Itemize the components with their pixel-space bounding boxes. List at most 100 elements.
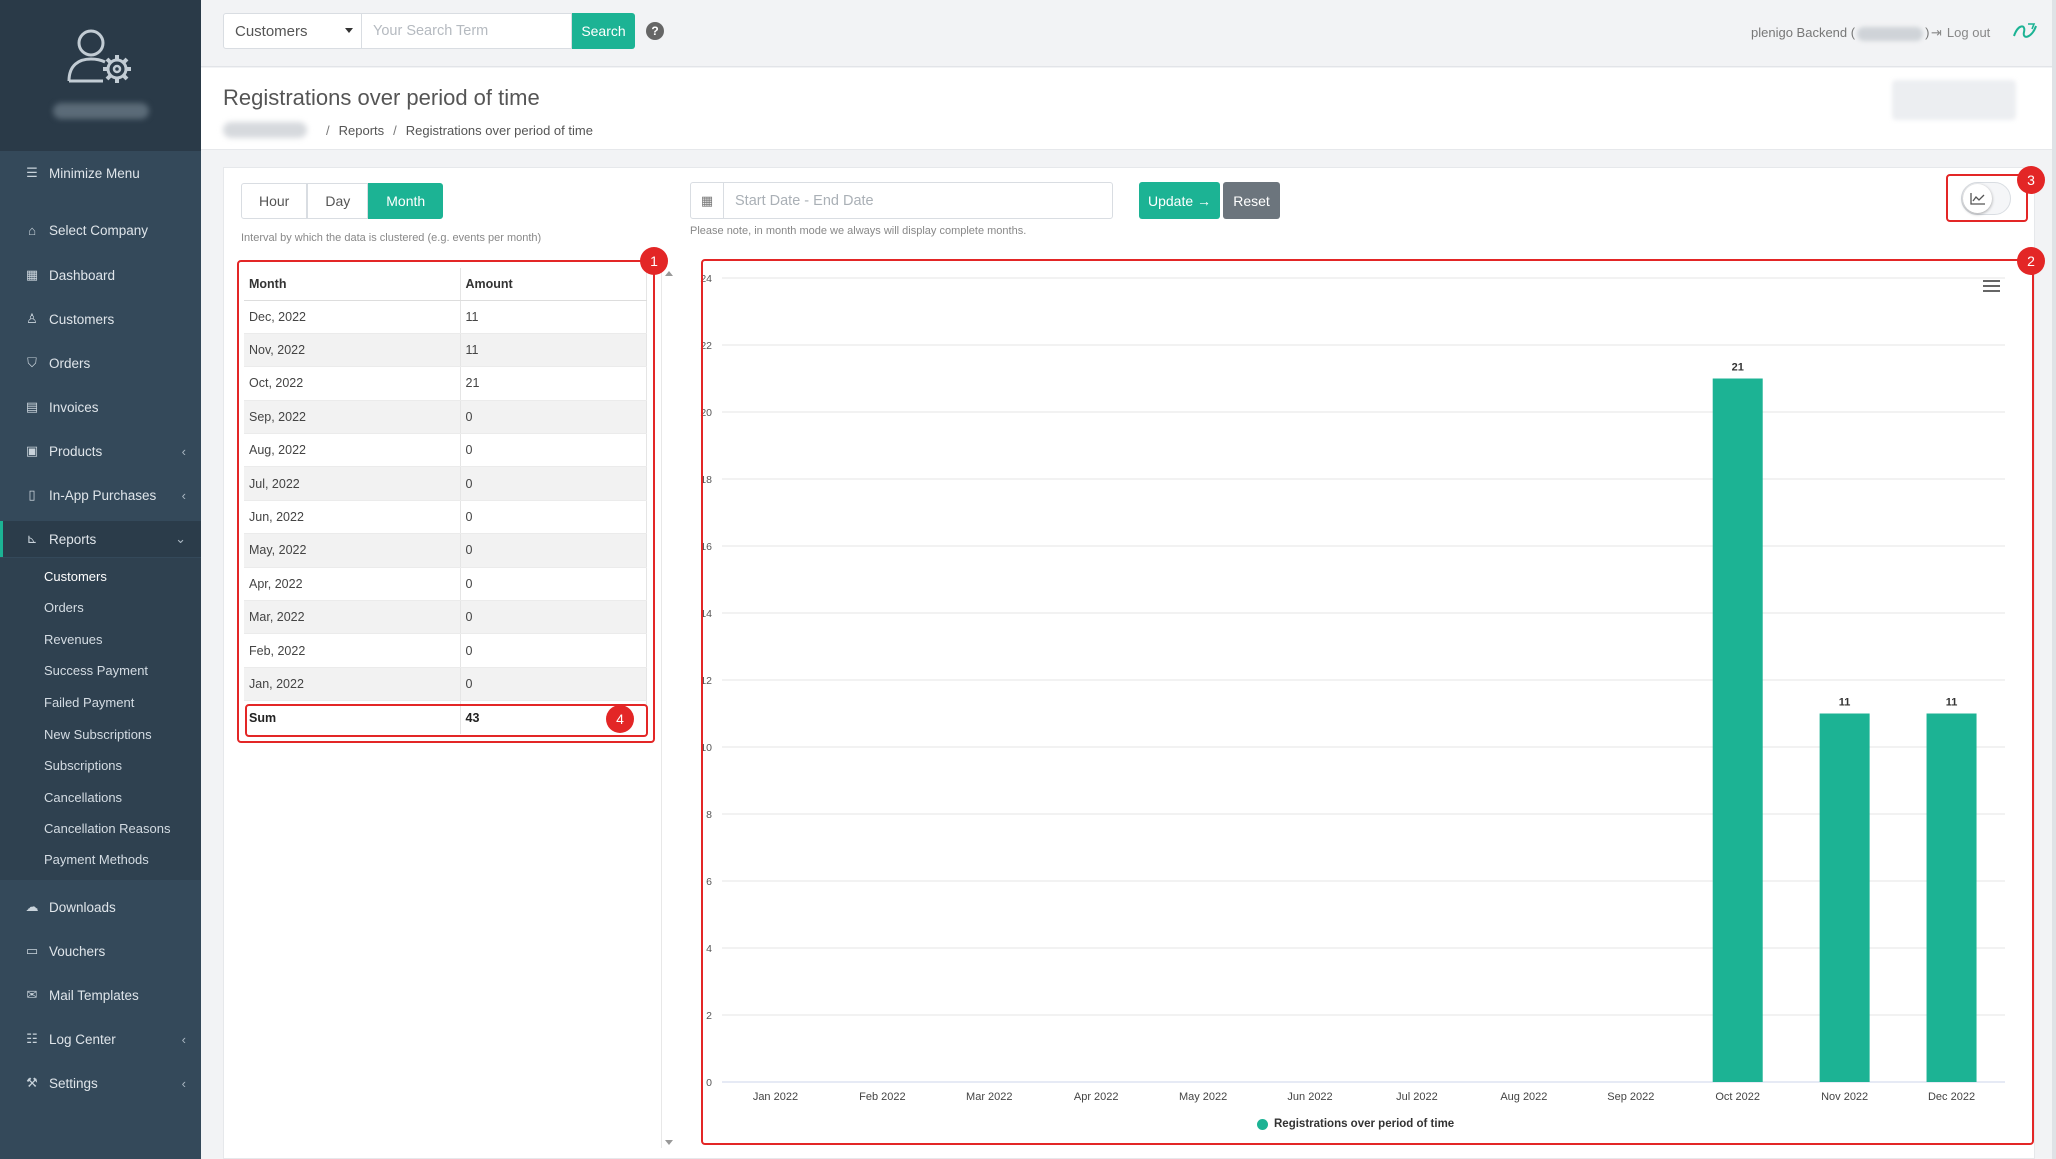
annotation-box-chart — [701, 259, 2034, 1145]
user-label-suffix: ) — [1925, 25, 1930, 40]
page-header: Registrations over period of time / Repo… — [201, 68, 2056, 150]
nav-label: In-App Purchases — [49, 487, 157, 503]
sidebar-item-downloads[interactable]: ☁ Downloads — [0, 889, 201, 925]
page-title: Registrations over period of time — [223, 85, 540, 110]
wrench-icon: ⚒ — [26, 1075, 38, 1090]
sidebar: ☰ Minimize Menu ⌂ Select Company ▦ Dashboar… — [0, 0, 201, 1159]
sidebar-item-products[interactable]: ▣ Products ‹ — [0, 433, 201, 469]
user-label: plenigo Backend () — [1751, 25, 1929, 41]
search-button[interactable]: Search — [572, 13, 635, 49]
calendar-icon[interactable]: ▦ — [691, 183, 724, 218]
interval-hour-button[interactable]: Hour — [241, 183, 308, 219]
blurred-account — [1857, 26, 1924, 41]
date-range-input[interactable] — [724, 192, 1104, 209]
sidebar-item-log-center[interactable]: ☷ Log Center ‹ — [0, 1021, 201, 1057]
chevron-left-icon: ‹ — [181, 1031, 186, 1047]
sidebar-item-mail-templates[interactable]: ✉ Mail Templates — [0, 977, 201, 1013]
caret-down-icon — [345, 28, 353, 33]
nav-label: Minimize Menu — [49, 165, 140, 181]
logout-icon: ⇥ — [1931, 25, 1942, 40]
search-input[interactable] — [361, 13, 572, 49]
plenigo-logo-icon[interactable] — [2012, 20, 2038, 42]
annotation-badge-2: 2 — [2017, 247, 2045, 275]
interval-day-button[interactable]: Day — [307, 183, 369, 219]
help-icon[interactable]: ? — [646, 22, 664, 40]
basket-icon: ⛉ — [27, 355, 37, 370]
interval-hint: Interval by which the data is clustered … — [241, 232, 542, 244]
reset-button[interactable]: Reset — [1223, 182, 1280, 219]
sub-item-orders[interactable]: Orders — [44, 600, 84, 615]
month-mode-hint: Please note, in month mode we always wil… — [690, 225, 1027, 237]
ticket-icon: ▭ — [25, 943, 39, 958]
nav-label: Products — [49, 443, 103, 459]
annotation-badge-4: 4 — [606, 705, 634, 733]
cloud-download-icon: ☁ — [25, 899, 39, 914]
sidebar-item-vouchers[interactable]: ▭ Vouchers — [0, 933, 201, 969]
blurred-header-button[interactable] — [1892, 80, 2016, 120]
chevron-left-icon: ‹ — [181, 1075, 186, 1091]
sidebar-item-select-company[interactable]: ⌂ Select Company — [0, 212, 201, 248]
search-scope-select[interactable]: Customers — [223, 13, 362, 49]
sub-item-payment-methods[interactable]: Payment Methods — [44, 852, 149, 867]
window-edge — [2052, 0, 2056, 1159]
bars-icon: ☰ — [26, 165, 38, 180]
nav-label: Invoices — [49, 399, 99, 415]
nav-label: Reports — [49, 531, 97, 547]
nav-label: Log Center — [49, 1031, 116, 1047]
update-button[interactable]: Update → — [1139, 182, 1220, 219]
annotation-box-sum — [245, 704, 648, 737]
sidebar-item-customers[interactable]: ♙ Customers — [0, 301, 201, 337]
nav-label: Orders — [49, 355, 91, 371]
interval-month-button[interactable]: Month — [368, 183, 444, 219]
annotation-badge-3: 3 — [2017, 166, 2045, 194]
breadcrumb-reports[interactable]: Reports — [339, 123, 385, 138]
search-scope-value: Customers — [235, 23, 308, 40]
list-icon: ☷ — [26, 1031, 38, 1046]
sidebar-item-settings[interactable]: ⚒ Settings ‹ — [0, 1065, 201, 1101]
mail-icon: ✉ — [26, 987, 38, 1002]
sub-item-cancellations[interactable]: Cancellations — [44, 790, 122, 805]
breadcrumb-separator: / — [393, 122, 397, 138]
date-range-group: ▦ — [690, 182, 1113, 219]
logout-link[interactable]: ⇥ Log out — [1931, 25, 1990, 41]
annotation-box-table — [237, 260, 655, 743]
blurred-breadcrumb-root[interactable] — [223, 122, 307, 138]
home-icon: ⌂ — [28, 222, 36, 238]
sub-item-failed-payment[interactable]: Failed Payment — [44, 695, 134, 710]
topbar: Customers Search ? plenigo Backend () ⇥ L… — [201, 0, 2056, 67]
sidebar-item-dashboard[interactable]: ▦ Dashboard — [0, 257, 201, 293]
scroll-down-icon[interactable] — [665, 1140, 673, 1145]
sub-item-subscriptions[interactable]: Subscriptions — [44, 758, 122, 773]
scroll-up-icon[interactable] — [665, 271, 673, 276]
nav-label: Downloads — [49, 899, 116, 915]
user-label-prefix: plenigo Backend ( — [1751, 25, 1856, 40]
profile-area — [0, 0, 201, 151]
scrollbar[interactable] — [661, 268, 676, 1148]
sub-item-revenues[interactable]: Revenues — [44, 632, 103, 647]
sub-item-success-payment[interactable]: Success Payment — [44, 663, 148, 678]
breadcrumb-current: Registrations over period of time — [405, 122, 593, 138]
sub-item-new-subscriptions[interactable]: New Subscriptions — [44, 727, 152, 742]
phone-icon: ▯ — [28, 487, 36, 502]
minimize-menu[interactable]: ☰ Minimize Menu — [0, 155, 201, 191]
user-settings-icon — [67, 29, 131, 83]
annotation-box-toggle — [1946, 174, 2028, 222]
nav-label: Dashboard — [49, 267, 116, 283]
grid-icon: ▦ — [25, 267, 39, 282]
interval-toggle: Hour Day Month — [241, 183, 444, 219]
chevron-left-icon: ‹ — [181, 487, 186, 503]
sidebar-item-reports[interactable]: ⊾ Reports ⌄ — [0, 521, 201, 557]
sidebar-item-orders[interactable]: ⛉ Orders — [0, 345, 201, 381]
box-icon: ▣ — [25, 443, 39, 458]
sidebar-item-in-app-purchases[interactable]: ▯ In-App Purchases ‹ — [0, 477, 201, 513]
sidebar-item-invoices[interactable]: ▤ Invoices — [0, 389, 201, 425]
breadcrumb: / Reports / Registrations over period of… — [223, 122, 593, 138]
nav-label: Mail Templates — [49, 987, 139, 1003]
chart-icon: ⊾ — [26, 531, 38, 546]
sub-item-customers[interactable]: Customers — [44, 569, 107, 584]
breadcrumb-separator: / — [326, 122, 330, 138]
sub-item-cancellation-reasons[interactable]: Cancellation Reasons — [44, 821, 170, 836]
user-icon: ♙ — [26, 311, 38, 326]
logout-label: Log out — [1946, 25, 1991, 40]
nav-label: Customers — [49, 311, 115, 327]
